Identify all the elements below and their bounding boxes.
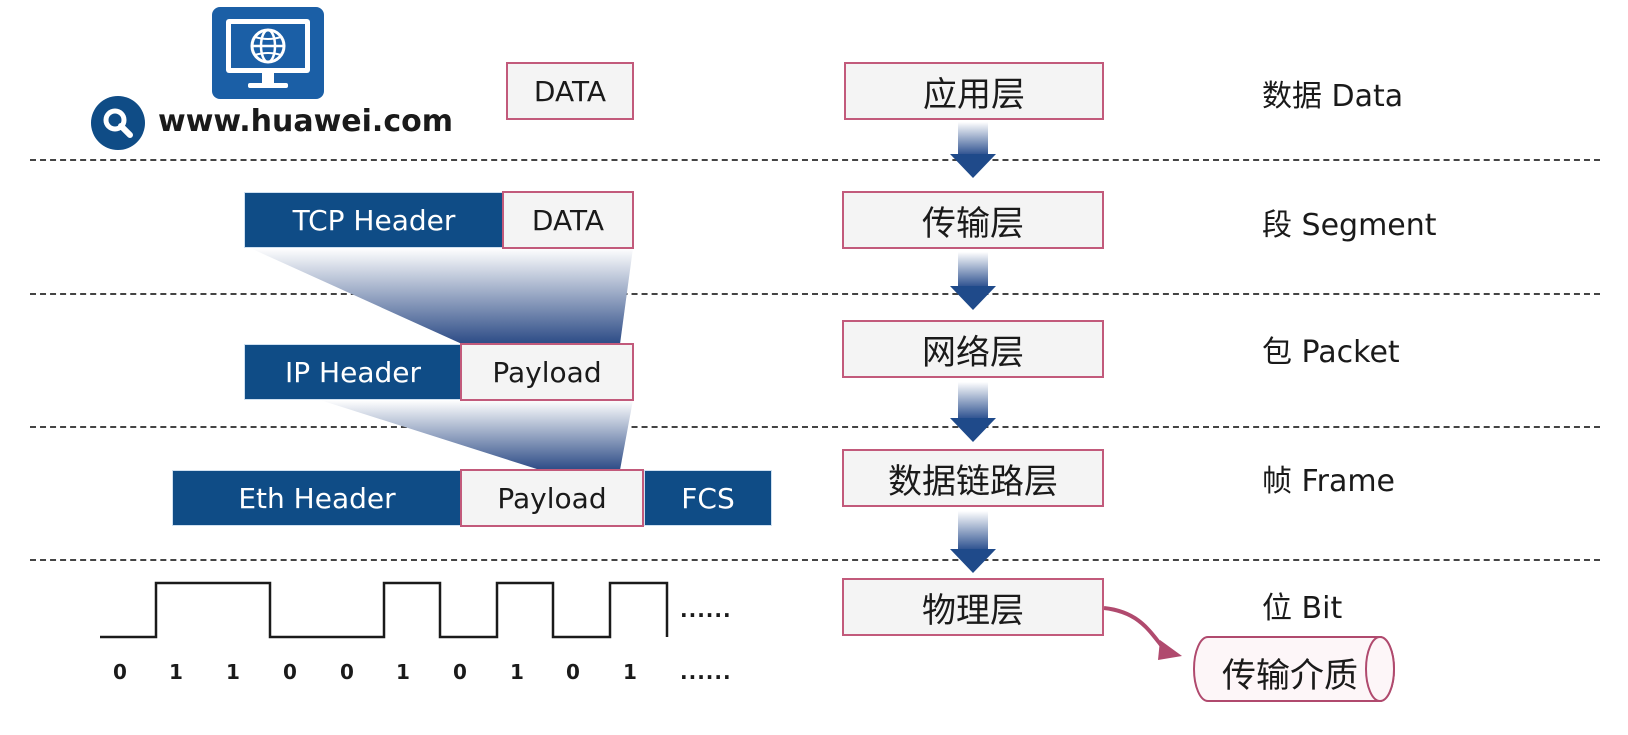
layer-network: 网络层	[842, 320, 1104, 378]
bit-label: 1	[623, 660, 637, 684]
bits-ellipsis: ......	[680, 660, 732, 684]
app-data-box: DATA	[506, 62, 634, 120]
pdu-bit: 位 Bit	[1262, 591, 1343, 626]
bit-label: 0	[453, 660, 467, 684]
bit-label: 0	[283, 660, 297, 684]
bit-label: 0	[566, 660, 580, 684]
transmission-medium-label: 传输介质	[1222, 656, 1358, 696]
funnel-transport-to-network	[250, 248, 633, 344]
bit-label: 1	[226, 660, 240, 684]
down-arrow-4	[950, 511, 996, 573]
bit-label: 1	[169, 660, 183, 684]
funnel-network-to-datalink	[320, 400, 633, 470]
bit-label: 1	[510, 660, 524, 684]
network-payload-box: Payload	[460, 343, 634, 401]
layer-datalink: 数据链路层	[842, 449, 1104, 507]
bit-label: 0	[113, 660, 127, 684]
layer-physical: 物理层	[842, 578, 1104, 636]
down-arrow-3	[950, 382, 996, 442]
transport-data-box: DATA	[502, 191, 634, 249]
medium-arrow	[1103, 606, 1167, 652]
pdu-frame: 帧 Frame	[1262, 464, 1396, 499]
bit-label: 1	[396, 660, 410, 684]
pdu-segment: 段 Segment	[1262, 208, 1437, 243]
waveform-ellipsis: ......	[680, 598, 732, 622]
pdu-packet: 包 Packet	[1262, 335, 1400, 370]
ip-header-box: IP Header	[244, 344, 462, 400]
bit-waveform	[100, 581, 669, 639]
bit-label: 0	[340, 660, 354, 684]
layer-application: 应用层	[844, 62, 1104, 120]
medium-arrowhead	[1158, 640, 1182, 660]
datalink-payload-box: Payload	[460, 469, 644, 527]
fcs-box: FCS	[644, 470, 772, 526]
down-arrow-2	[950, 252, 996, 310]
tcp-header-box: TCP Header	[244, 192, 504, 248]
eth-header-box: Eth Header	[172, 470, 462, 526]
pdu-data: 数据 Data	[1262, 79, 1404, 114]
layer-transport: 传输层	[842, 191, 1104, 249]
down-arrow-1	[950, 122, 996, 178]
